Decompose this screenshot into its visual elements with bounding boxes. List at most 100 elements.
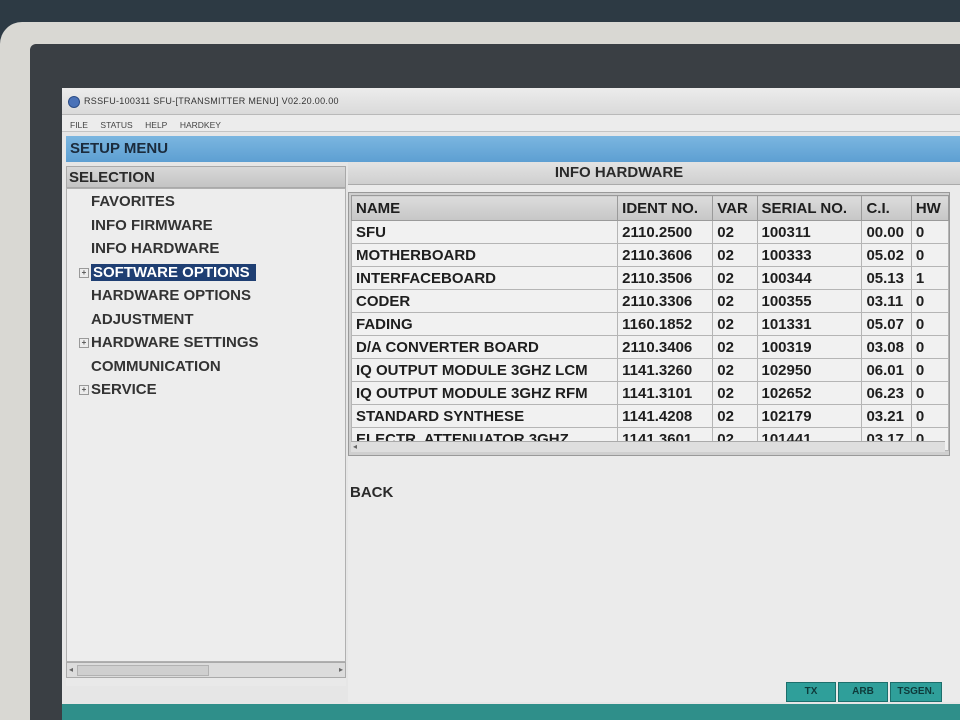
menu-bar: FILE STATUS HELP HARDKEY <box>62 115 960 132</box>
selection-header: SELECTION <box>66 166 346 188</box>
table-body: SFU 2110.2500 02 100311 00.00 0 MOTHERBOARD 211… <box>350 220 949 451</box>
scrollbar-thumb[interactable] <box>77 665 209 676</box>
table-cell: INTERFACEBOARD <box>350 266 619 290</box>
expand-icon[interactable]: + <box>79 338 89 349</box>
col-name[interactable]: NAME <box>350 195 619 221</box>
menu-help[interactable]: HELP <box>145 120 167 130</box>
table-cell: IQ OUTPUT MODULE 3GHZ LCM <box>350 358 619 382</box>
col-hw[interactable]: HW <box>910 195 949 221</box>
table-cell: 00.00 <box>861 220 912 244</box>
table-cell: 2110.3606 <box>617 243 714 267</box>
table-cell: SFU <box>350 220 619 244</box>
table-cell: 02 <box>712 358 758 382</box>
table-cell: 101331 <box>756 312 863 336</box>
tree-item[interactable]: COMMUNICATION <box>79 356 221 378</box>
screen: RSSFU-100311 SFU-[TRANSMITTER MENU] V02.… <box>62 88 960 720</box>
table-cell: 102179 <box>756 404 863 428</box>
expand-icon[interactable]: + <box>79 267 89 278</box>
tree-item-label: HARDWARE OPTIONS <box>91 287 252 304</box>
setup-menu-header: SETUP MENU <box>66 136 960 162</box>
table-cell: 1141.4208 <box>617 404 714 428</box>
table-cell: 102950 <box>756 358 863 382</box>
table-cell: 0 <box>910 289 949 313</box>
table-cell: 0 <box>910 312 949 336</box>
window-title: RSSFU-100311 SFU-[TRANSMITTER MENU] V02.… <box>84 96 339 106</box>
tree-item[interactable]: ADJUSTMENT <box>79 309 194 331</box>
table-cell: 02 <box>712 312 758 336</box>
table-cell: 100311 <box>756 220 863 244</box>
table-cell: MOTHERBOARD <box>350 243 619 267</box>
back-button[interactable]: BACK <box>350 484 393 501</box>
tree-item[interactable]: + SERVICE <box>79 379 157 401</box>
col-var[interactable]: VAR <box>712 195 758 221</box>
tree-item[interactable]: FAVORITES <box>79 191 175 213</box>
tree-item-label: SERVICE <box>91 381 157 398</box>
table-cell: 02 <box>712 335 758 359</box>
status-arb-button[interactable]: ARB <box>838 682 888 702</box>
table-row[interactable]: IQ OUTPUT MODULE 3GHZ RFM 1141.3101 02 1026… <box>350 381 949 405</box>
table-scroll-left-icon[interactable]: ◂ <box>353 442 357 451</box>
table-cell: 02 <box>712 289 758 313</box>
status-tx-button[interactable]: TX <box>786 682 836 702</box>
table-row[interactable]: INTERFACEBOARD 2110.3506 02 100344 05.13 1 <box>350 266 949 290</box>
table-row[interactable]: SFU 2110.2500 02 100311 00.00 0 <box>350 220 949 244</box>
table-scrollbar[interactable]: ◂ <box>351 441 945 452</box>
info-hardware-title: INFO HARDWARE <box>554 164 684 181</box>
table-row[interactable]: MOTHERBOARD 2110.3606 02 100333 05.02 0 <box>350 243 949 267</box>
tree-item-label: COMMUNICATION <box>91 357 221 375</box>
table-row[interactable]: FADING 1160.1852 02 101331 05.07 0 <box>350 312 949 336</box>
table-cell: 05.02 <box>861 243 912 267</box>
app-icon <box>68 96 80 108</box>
tree-item-label: HARDWARE SETTINGS <box>91 334 259 351</box>
info-hardware-header: INFO HARDWARE <box>348 162 960 185</box>
setup-menu-title: SETUP MENU <box>70 140 169 157</box>
tree-item-label: FAVORITES <box>91 193 175 210</box>
table-row[interactable]: IQ OUTPUT MODULE 3GHZ LCM 1141.3260 02 1029… <box>350 358 949 382</box>
menu-status[interactable]: STATUS <box>100 120 132 130</box>
table-row[interactable]: STANDARD SYNTHESE 1141.4208 02 102179 03.21 0 <box>350 404 949 428</box>
tree-item[interactable]: HARDWARE OPTIONS <box>79 285 251 307</box>
tree-item[interactable]: + SOFTWARE OPTIONS <box>79 262 256 284</box>
table-cell: CODER <box>350 289 619 313</box>
tree-item[interactable]: INFO HARDWARE <box>79 238 219 260</box>
table-cell: 02 <box>712 404 758 428</box>
table-cell: 03.08 <box>861 335 912 359</box>
selection-tree: FAVORITES INFO FIRMWARE INFO HARDWARE + SOFT… <box>66 188 346 662</box>
tree-item[interactable]: INFO FIRMWARE <box>79 215 213 237</box>
scroll-left-icon[interactable]: ◂ <box>69 665 73 674</box>
table-cell: 100333 <box>756 243 863 267</box>
table-cell: 1 <box>910 266 949 290</box>
menu-hardkey[interactable]: HARDKEY <box>180 120 221 130</box>
table-cell: 03.11 <box>861 289 912 313</box>
table-cell: 102652 <box>756 381 863 405</box>
status-tsgen-button[interactable]: TSGEN. <box>890 682 942 702</box>
table-header-row: NAME IDENT NO. VAR SERIAL NO. C.I. HW <box>350 195 949 221</box>
table-cell: 2110.3306 <box>617 289 714 313</box>
table-cell: 2110.3506 <box>617 266 714 290</box>
col-ident-no[interactable]: IDENT NO. <box>617 195 714 221</box>
expand-icon[interactable]: + <box>79 385 89 396</box>
col-ci[interactable]: C.I. <box>861 195 912 221</box>
selection-scrollbar[interactable]: ◂ ▸ <box>66 662 346 678</box>
status-strip <box>62 704 960 720</box>
table-cell: 100344 <box>756 266 863 290</box>
table-cell: 02 <box>712 381 758 405</box>
table-cell: STANDARD SYNTHESE <box>350 404 619 428</box>
table-cell: 0 <box>910 381 949 405</box>
table-cell: 02 <box>712 220 758 244</box>
tree-item-label: SOFTWARE OPTIONS <box>91 263 256 281</box>
table-cell: 06.23 <box>861 381 912 405</box>
tree-item-label: INFO HARDWARE <box>91 240 220 257</box>
selection-panel: SELECTION FAVORITES INFO FIRMWARE INFO HAR… <box>66 166 346 686</box>
table-row[interactable]: CODER 2110.3306 02 100355 03.11 0 <box>350 289 949 313</box>
table-cell: 0 <box>910 243 949 267</box>
scroll-right-icon[interactable]: ▸ <box>339 665 343 674</box>
col-serial-no[interactable]: SERIAL NO. <box>756 195 863 221</box>
table-cell: 03.21 <box>861 404 912 428</box>
tree-item[interactable]: + HARDWARE SETTINGS <box>79 332 259 354</box>
title-bar: RSSFU-100311 SFU-[TRANSMITTER MENU] V02.… <box>62 88 960 115</box>
menu-file[interactable]: FILE <box>70 120 88 130</box>
selection-title: SELECTION <box>69 169 155 186</box>
table-row[interactable]: D/A CONVERTER BOARD 2110.3406 02 100319 03.0… <box>350 335 949 359</box>
info-hardware-panel: INFO HARDWARE NAME IDENT NO. VAR SERIAL … <box>348 162 960 702</box>
